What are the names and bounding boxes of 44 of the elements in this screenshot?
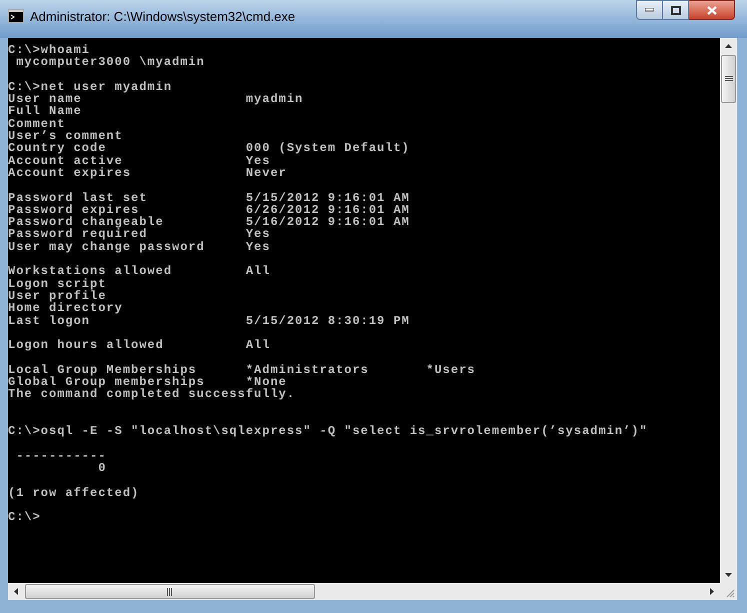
minimize-icon [645,8,654,12]
close-icon [706,6,716,14]
console-line: Password last set 5/15/2012 9:16:01 AM [8,192,410,204]
console-line: User profile [8,290,106,302]
console-line: Full Name [8,105,82,118]
console-line: C:\>net user myadmin [8,80,172,94]
console-line: Logon hours allowed All [8,339,270,352]
console-line: Country code 000 (System Default) [8,142,410,155]
console-line: Global Group memberships *None [8,376,287,388]
console-line: Account active Yes [8,154,270,167]
maximize-button[interactable] [663,0,689,20]
console-line: Home directory [8,302,123,315]
size-grip-icon [726,589,735,598]
minimize-button[interactable] [636,0,663,20]
console-line: Password required Yes [8,228,270,241]
console-line: C:\>whoami [8,44,90,56]
console-line: Comment [8,118,66,130]
console-line: mycomputer3000 \myadmin [15,56,205,69]
console-line: User’s comment [8,130,123,142]
grip-icon [167,588,173,596]
scroll-thumb[interactable] [25,584,315,599]
console-line: Local Group Memberships *Administrators *Users [8,364,476,376]
window-title: Administrator: C:\Windows\system32\cmd.exe [30,8,296,26]
console-line: User may change password Yes [8,240,270,254]
console-icon [8,9,24,23]
maximize-icon [670,6,680,14]
console-line: (1 row affected) [8,486,140,499]
console-line: Workstations allowed All [8,265,270,278]
console-line: The command completed successfully. [8,388,296,401]
console-line: C:\>osql -E -S "localhost\sqlexpress" -Q "select is_srvrolemember(’sysadmin’)" [8,425,648,438]
console-line: Last logon 5/15/2012 8:30:19 PM [8,314,410,327]
console-line: Password changeable 5/16/2012 9:16:01 AM [8,216,410,228]
console-line: User name myadmin [8,93,304,106]
scroll-thumb[interactable] [721,55,736,103]
grip-icon [724,76,732,82]
console-line: ----------- [15,450,106,462]
console-line: Account expires Never [8,166,287,180]
console-line: 0 [97,462,106,474]
console-line: Logon script [8,278,106,290]
console-line: C:\> [8,511,41,524]
console-line: Password expires 6/26/2012 9:16:01 AM [8,204,410,216]
vertical-scrollbar[interactable] [720,38,737,583]
horizontal-scrollbar[interactable] [8,583,720,600]
close-button[interactable] [689,0,735,20]
